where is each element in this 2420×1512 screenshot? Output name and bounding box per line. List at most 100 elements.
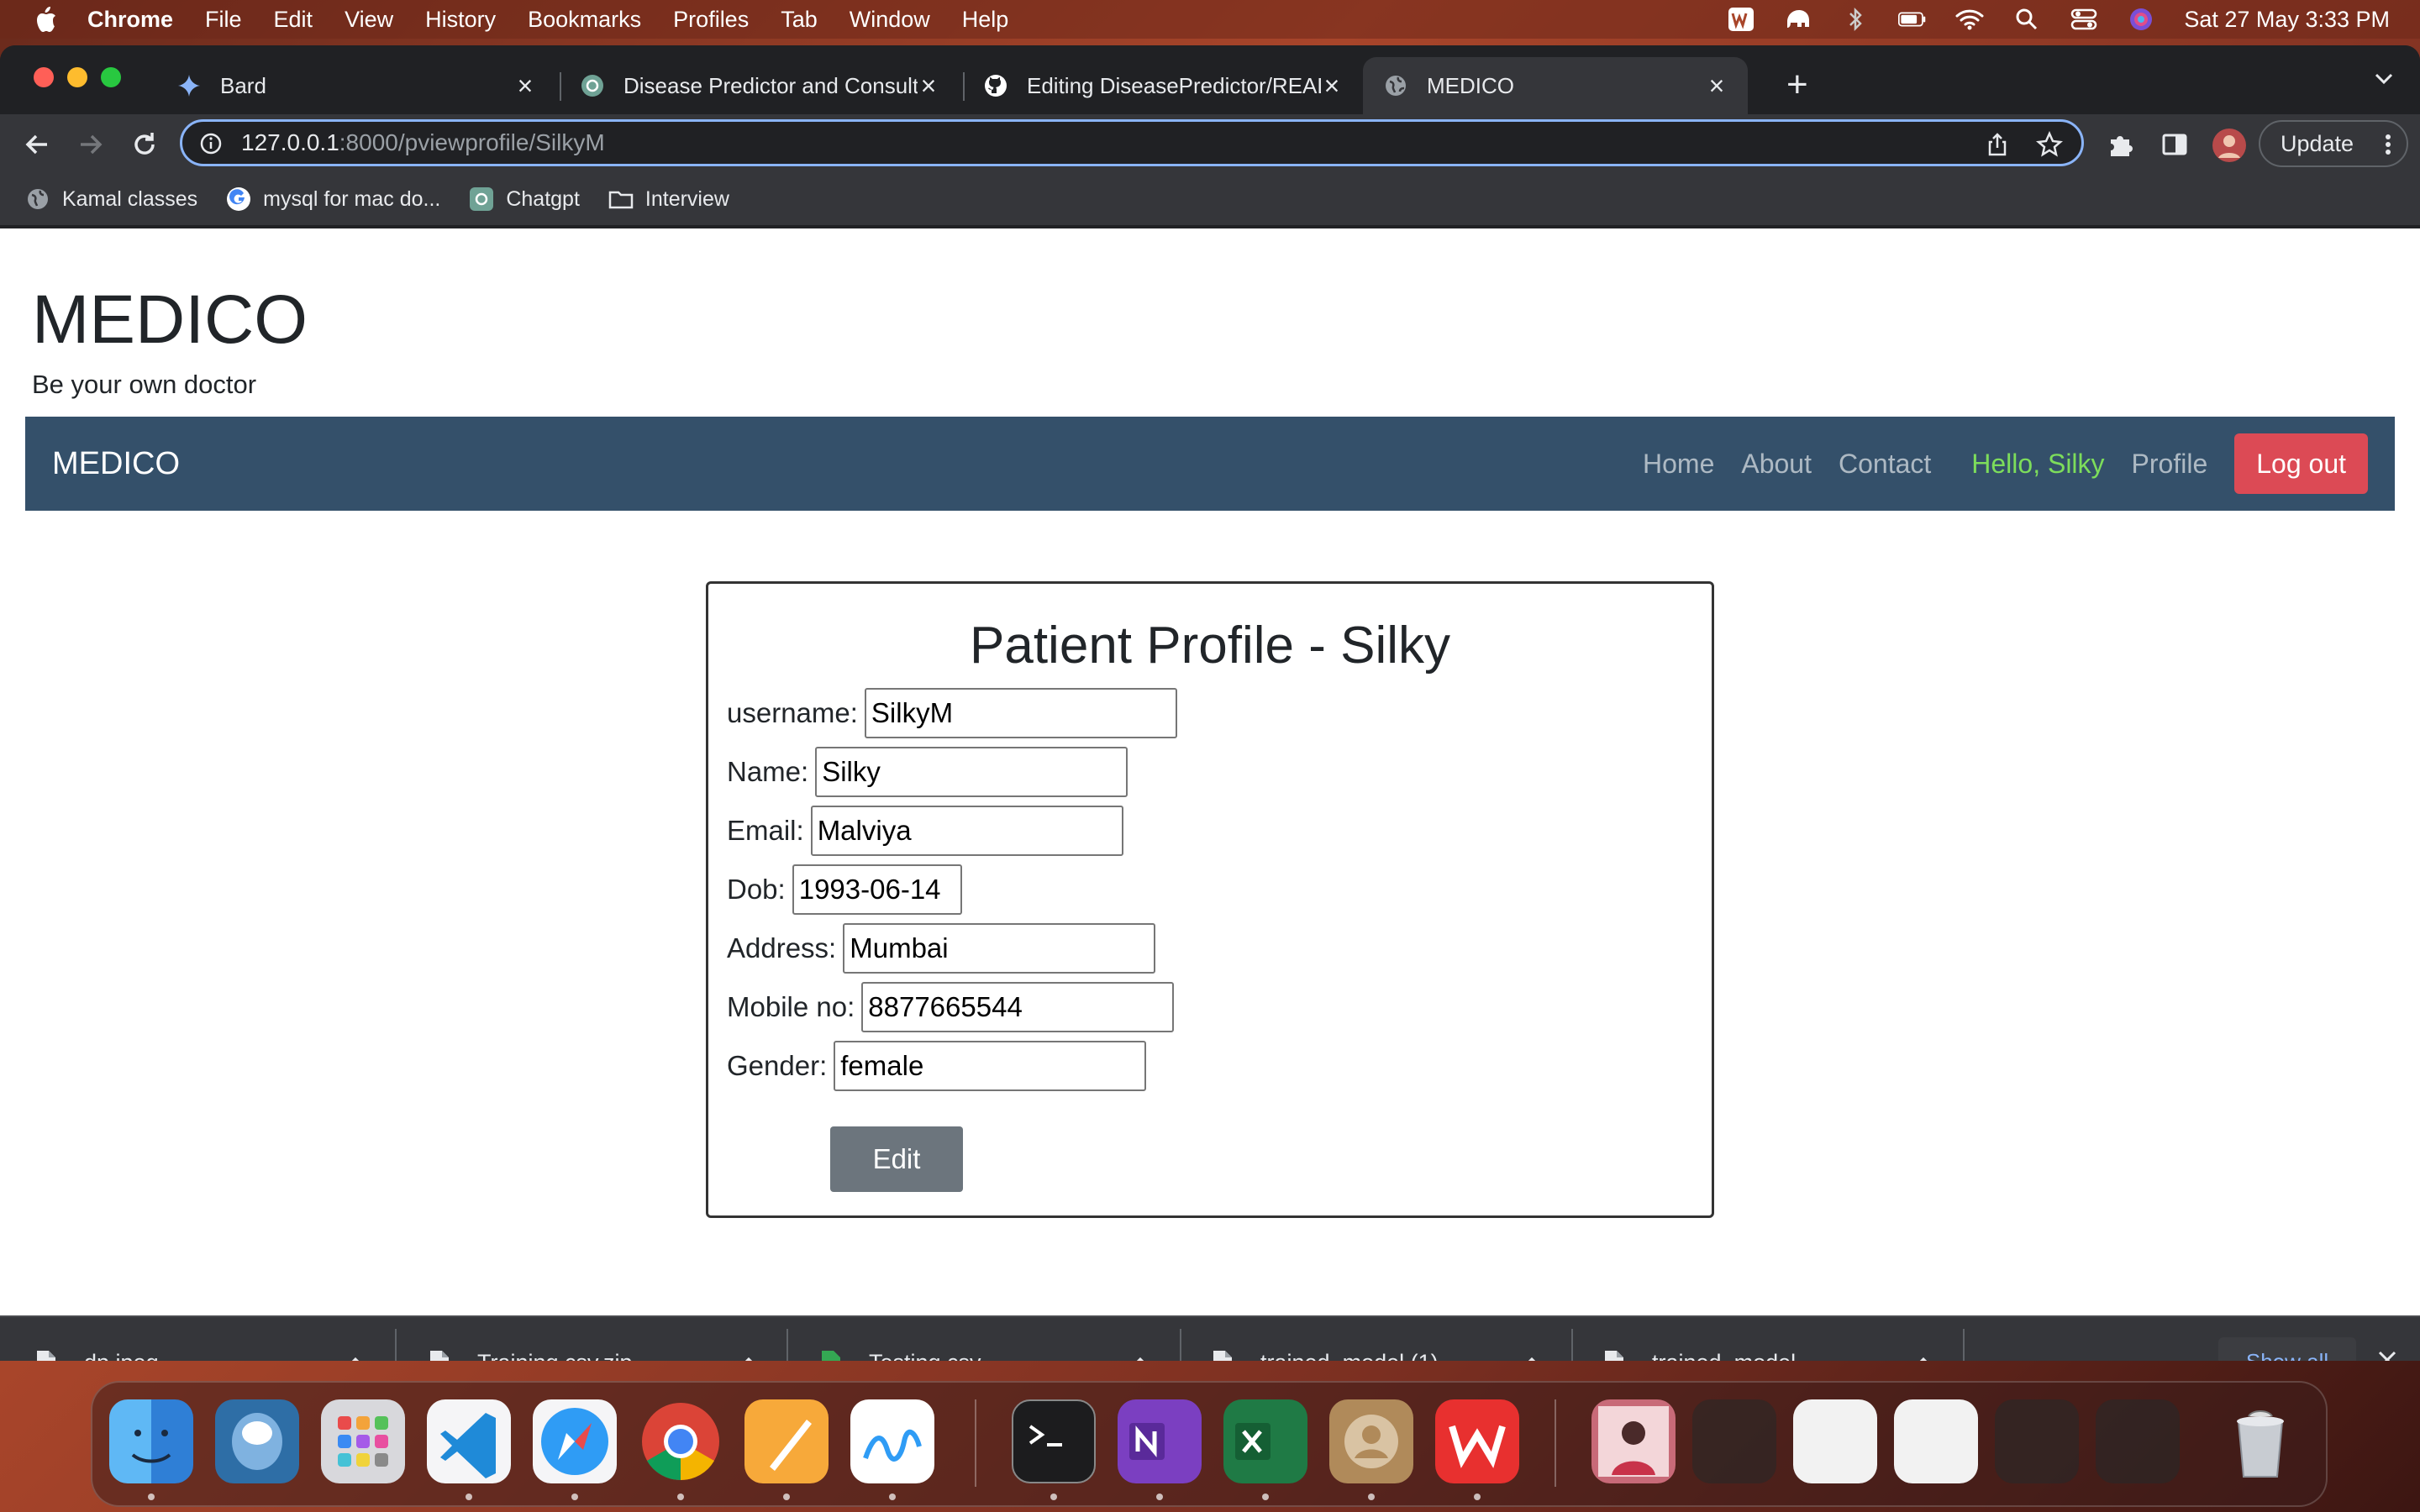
menu-help[interactable]: Help: [962, 7, 1009, 33]
terminal-icon[interactable]: [1012, 1399, 1096, 1483]
battery-icon[interactable]: [1898, 7, 1927, 32]
bookmark-folder-interview[interactable]: Interview: [608, 186, 729, 212]
download-item[interactable]: dp.jpeg: [0, 1317, 395, 1361]
onenote-icon[interactable]: [1118, 1399, 1202, 1483]
menu-file[interactable]: File: [205, 7, 242, 33]
contacts-icon[interactable]: [1329, 1399, 1413, 1483]
chatgpt-icon: [470, 187, 494, 211]
dob-input[interactable]: [792, 864, 962, 915]
menu-bookmarks[interactable]: Bookmarks: [528, 7, 641, 33]
name-input[interactable]: [815, 747, 1128, 797]
photo-thumbnail-icon[interactable]: [1591, 1399, 1676, 1483]
download-item[interactable]: trained_model: [1568, 1317, 1963, 1361]
apple-icon[interactable]: [34, 6, 57, 33]
chevron-up-icon[interactable]: [1129, 1352, 1151, 1361]
close-tab-icon[interactable]: ×: [514, 71, 536, 102]
minimize-window-button[interactable]: [67, 67, 87, 87]
forward-arrow-icon[interactable]: [76, 129, 106, 160]
window-thumbnail-icon[interactable]: [2096, 1399, 2180, 1483]
tab-disease-predictor[interactable]: Disease Predictor and Consultation ×: [560, 57, 960, 114]
close-window-button[interactable]: [34, 67, 54, 87]
pages-icon[interactable]: [744, 1399, 829, 1483]
close-tab-icon[interactable]: ×: [918, 71, 939, 102]
document-thumbnail-icon[interactable]: [1894, 1399, 1978, 1483]
close-shelf-icon[interactable]: [2375, 1347, 2400, 1361]
download-item[interactable]: trained_model (1): [1176, 1317, 1571, 1361]
edit-button[interactable]: Edit: [830, 1126, 963, 1192]
nav-profile[interactable]: Profile: [2132, 449, 2208, 480]
site-info-icon[interactable]: [199, 132, 223, 155]
gender-input[interactable]: [834, 1041, 1147, 1091]
menu-view[interactable]: View: [345, 7, 393, 33]
logout-button[interactable]: Log out: [2234, 433, 2368, 494]
chevron-up-icon[interactable]: [345, 1352, 366, 1361]
username-input[interactable]: [864, 688, 1177, 738]
zoom-window-button[interactable]: [101, 67, 121, 87]
launchpad-icon[interactable]: [321, 1399, 405, 1483]
menu-profiles[interactable]: Profiles: [673, 7, 749, 33]
chevron-up-icon[interactable]: [1521, 1352, 1543, 1361]
email-input[interactable]: [810, 806, 1123, 856]
elephant-status-icon[interactable]: [1784, 7, 1812, 32]
tab-bard[interactable]: Bard ×: [156, 57, 556, 114]
menu-history[interactable]: History: [425, 7, 496, 33]
update-button[interactable]: Update: [2259, 120, 2408, 167]
control-center-icon[interactable]: [2070, 7, 2098, 32]
nav-home[interactable]: Home: [1643, 449, 1714, 480]
running-indicator: [148, 1494, 155, 1500]
download-item[interactable]: Testing.csv: [785, 1317, 1180, 1361]
close-tab-icon[interactable]: ×: [1706, 71, 1728, 102]
tab-search-chevron-icon[interactable]: [2371, 66, 2396, 91]
macos-menubar: Chrome File Edit View History Bookmarks …: [0, 0, 2420, 39]
bluetooth-icon[interactable]: [1841, 7, 1870, 32]
chevron-up-icon[interactable]: [1912, 1352, 1934, 1361]
postgres-icon[interactable]: [215, 1399, 299, 1483]
spotlight-search-icon[interactable]: [2012, 7, 2041, 32]
side-panel-icon[interactable]: [2160, 129, 2190, 160]
chevron-up-icon[interactable]: [738, 1352, 760, 1361]
bookmark-star-icon[interactable]: [2036, 131, 2063, 158]
globe-icon: [1386, 76, 1406, 96]
freeform-icon[interactable]: [850, 1399, 934, 1483]
mobile-input[interactable]: [861, 982, 1175, 1032]
siri-icon[interactable]: [2127, 7, 2155, 32]
safari-icon[interactable]: [533, 1399, 617, 1483]
chrome-icon[interactable]: [639, 1399, 723, 1483]
spreadsheet-file-icon: [822, 1351, 840, 1361]
bookmark-chatgpt[interactable]: Chatgpt: [469, 186, 580, 212]
nav-contact[interactable]: Contact: [1839, 449, 1931, 480]
address-input[interactable]: [843, 923, 1156, 974]
document-thumbnail-icon[interactable]: [1793, 1399, 1877, 1483]
bookmark-kamal-classes[interactable]: Kamal classes: [25, 186, 197, 212]
share-icon[interactable]: [1986, 132, 2009, 157]
profile-avatar[interactable]: [2212, 128, 2247, 163]
tab-github-readme[interactable]: Editing DiseasePredictor/README ×: [963, 57, 1363, 114]
excel-icon[interactable]: [1223, 1399, 1307, 1483]
vscode-icon[interactable]: [427, 1399, 511, 1483]
menu-tab[interactable]: Tab: [781, 7, 818, 33]
menu-window[interactable]: Window: [850, 7, 930, 33]
menubar-clock[interactable]: Sat 27 May 3:33 PM: [2184, 7, 2390, 33]
wifi-icon[interactable]: [1955, 7, 1984, 32]
finder-icon[interactable]: [109, 1399, 193, 1483]
back-arrow-icon[interactable]: [22, 129, 52, 160]
wps-icon[interactable]: [1435, 1399, 1519, 1483]
menu-edit[interactable]: Edit: [274, 7, 313, 33]
trash-icon[interactable]: [2218, 1399, 2302, 1483]
tab-medico-active[interactable]: MEDICO ×: [1363, 57, 1748, 114]
download-item[interactable]: Training.csv.zip: [393, 1317, 788, 1361]
reload-icon[interactable]: [129, 129, 160, 160]
window-thumbnail-icon[interactable]: [1692, 1399, 1776, 1483]
running-indicator: [1474, 1494, 1481, 1500]
bookmark-mysql[interactable]: mysql for mac do...: [226, 186, 440, 212]
close-tab-icon[interactable]: ×: [1321, 71, 1343, 102]
window-thumbnail-icon[interactable]: [1995, 1399, 2079, 1483]
nav-about[interactable]: About: [1741, 449, 1812, 480]
show-all-downloads-button[interactable]: Show all: [2218, 1337, 2356, 1361]
wps-status-icon[interactable]: [1727, 7, 1755, 32]
address-bar[interactable]: 127.0.0.1:8000/pviewprofile/SilkyM: [180, 119, 2084, 166]
new-tab-button[interactable]: +: [1786, 64, 1808, 106]
navbar-brand[interactable]: MEDICO: [52, 446, 180, 482]
menu-app-chrome[interactable]: Chrome: [87, 7, 173, 33]
extensions-puzzle-icon[interactable]: [2106, 129, 2136, 160]
